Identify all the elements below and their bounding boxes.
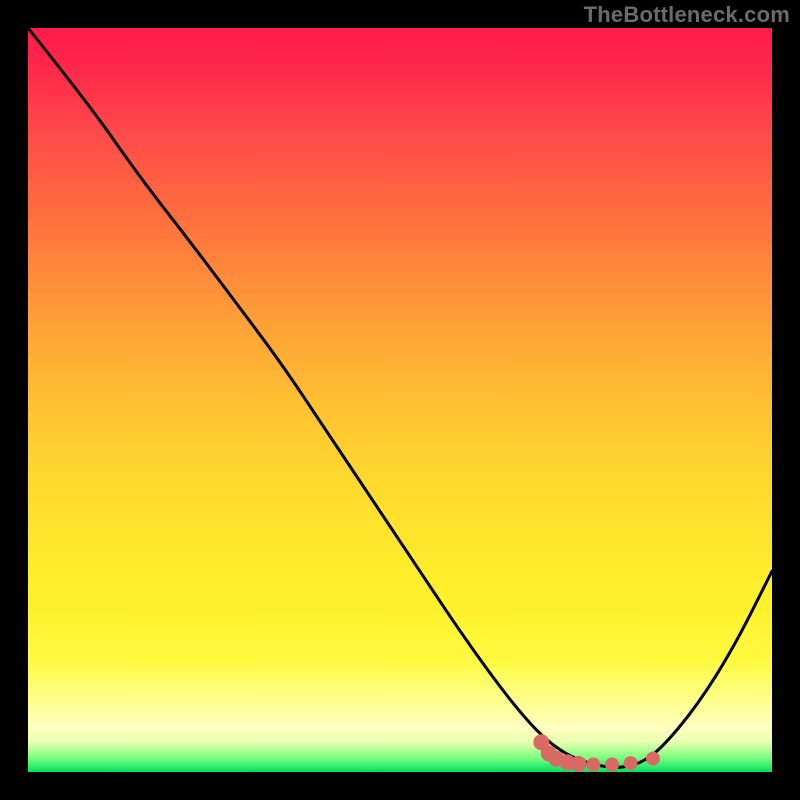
chart-svg <box>28 28 772 772</box>
marker-dot <box>624 756 638 770</box>
bottleneck-curve <box>28 28 772 767</box>
chart-frame: TheBottleneck.com <box>0 0 800 800</box>
curve-markers <box>533 734 660 772</box>
marker-dot <box>571 756 587 772</box>
marker-dot <box>586 758 600 772</box>
plot-area <box>28 28 772 772</box>
marker-dot <box>605 758 619 772</box>
watermark-text: TheBottleneck.com <box>584 2 790 28</box>
marker-dot <box>646 752 660 766</box>
